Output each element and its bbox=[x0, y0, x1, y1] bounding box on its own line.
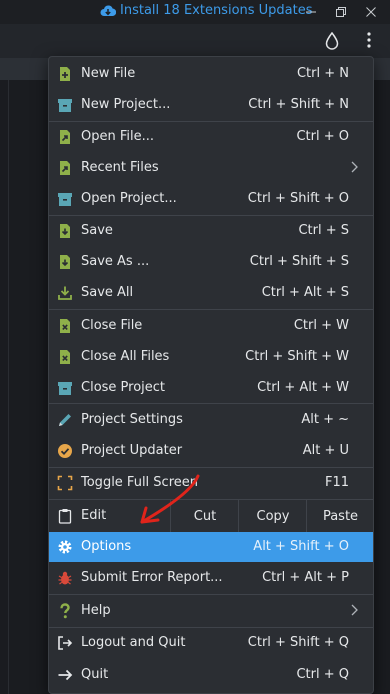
check-circle-icon bbox=[58, 444, 72, 458]
menu-item-save[interactable]: Save Ctrl + S bbox=[49, 216, 373, 246]
menu-item-shortcut: Ctrl + Shift + O bbox=[247, 191, 349, 206]
menu-item-label: Recent Files bbox=[81, 160, 159, 175]
menu-item-label: Submit Error Report... bbox=[81, 570, 223, 585]
new-file-icon bbox=[60, 67, 70, 81]
logout-icon bbox=[58, 636, 73, 650]
menu-item-shortcut: Ctrl + W bbox=[293, 318, 349, 333]
menu-item-save-as[interactable]: Save As ... Ctrl + Shift + S bbox=[49, 247, 373, 277]
menu-item-new-file[interactable]: New File Ctrl + N bbox=[49, 59, 373, 89]
menu-separator bbox=[49, 594, 373, 595]
paste-button[interactable]: Paste bbox=[306, 500, 374, 532]
menu-item-shortcut: Ctrl + Alt + P bbox=[262, 570, 349, 585]
menu-item-label: Open File... bbox=[81, 129, 155, 144]
updates-label: Install 18 Extensions Updates bbox=[120, 3, 313, 18]
close-icon bbox=[366, 7, 376, 17]
menu-item-quit[interactable]: Quit Ctrl + Q bbox=[49, 660, 373, 690]
copy-label: Copy bbox=[256, 508, 290, 524]
save-icon bbox=[60, 224, 70, 238]
menu-item-shortcut: Ctrl + Shift + N bbox=[248, 97, 349, 112]
drop-icon[interactable] bbox=[325, 32, 339, 50]
bug-icon bbox=[58, 571, 72, 585]
menu-item-shortcut: Ctrl + O bbox=[296, 129, 349, 144]
arrow-right-icon bbox=[58, 669, 73, 681]
recent-files-icon bbox=[60, 161, 70, 175]
menu-item-close-all-files[interactable]: Close All Files Ctrl + Shift + W bbox=[49, 342, 373, 372]
menu-item-open-project[interactable]: Open Project... Ctrl + Shift + O bbox=[49, 184, 373, 214]
menu-item-close-project[interactable]: Close Project Ctrl + Alt + W bbox=[49, 373, 373, 403]
menu-item-open-file[interactable]: Open File... Ctrl + O bbox=[49, 122, 373, 152]
menu-item-save-all[interactable]: Save All Ctrl + Alt + S bbox=[49, 278, 373, 308]
editor-gutter bbox=[8, 80, 9, 694]
project-box-icon bbox=[58, 193, 72, 206]
chevron-right-icon bbox=[351, 604, 358, 616]
menu-item-project-updater[interactable]: Project Updater Alt + U bbox=[49, 436, 373, 466]
menu-item-project-settings[interactable]: Project Settings Alt + ~ bbox=[49, 405, 373, 435]
minimize-button[interactable] bbox=[301, 2, 321, 22]
menu-item-label: Project Updater bbox=[81, 443, 183, 458]
edit-label: Edit bbox=[81, 508, 107, 523]
menu-item-label: Project Settings bbox=[81, 412, 183, 427]
pencil-icon bbox=[59, 414, 71, 426]
open-file-icon bbox=[60, 130, 70, 144]
toolbar bbox=[0, 24, 390, 58]
close-file-icon bbox=[60, 319, 70, 333]
chevron-right-icon bbox=[351, 161, 358, 173]
menu-separator bbox=[49, 403, 373, 404]
question-mark-icon bbox=[60, 603, 70, 619]
menu-item-label: Close File bbox=[81, 318, 143, 333]
file-menu: New File Ctrl + N New Project... Ctrl + … bbox=[48, 56, 374, 694]
menu-item-shortcut: Ctrl + Shift + Q bbox=[247, 635, 349, 650]
restore-button[interactable] bbox=[331, 2, 351, 22]
install-updates-link[interactable]: Install 18 Extensions Updates bbox=[100, 3, 313, 18]
title-bar: Install 18 Extensions Updates bbox=[0, 0, 390, 24]
menu-item-label: Save All bbox=[81, 285, 134, 300]
menu-item-close-file[interactable]: Close File Ctrl + W bbox=[49, 311, 373, 341]
save-as-icon bbox=[60, 255, 70, 269]
menu-item-options[interactable]: Options Alt + Shift + O bbox=[49, 532, 373, 562]
project-box-icon bbox=[58, 382, 72, 395]
menu-item-label: New File bbox=[81, 66, 136, 81]
menu-item-shortcut: Ctrl + Q bbox=[296, 667, 349, 682]
save-all-icon bbox=[58, 286, 72, 300]
menu-item-label: Logout and Quit bbox=[81, 635, 186, 650]
menu-item-label: Open Project... bbox=[81, 191, 177, 206]
menu-item-shortcut: Ctrl + Shift + W bbox=[245, 349, 349, 364]
menu-separator bbox=[49, 309, 373, 310]
close-window-button[interactable] bbox=[361, 2, 381, 22]
menu-item-shortcut: Alt + ~ bbox=[301, 412, 349, 427]
menu-item-shortcut: F11 bbox=[324, 475, 349, 490]
cloud-download-icon bbox=[100, 5, 116, 16]
close-file-icon bbox=[60, 350, 70, 364]
menu-item-new-project[interactable]: New Project... Ctrl + Shift + N bbox=[49, 90, 373, 120]
project-box-icon bbox=[58, 99, 72, 112]
clipboard-icon bbox=[58, 509, 72, 524]
menu-item-label: Save As ... bbox=[81, 254, 150, 269]
restore-icon bbox=[336, 7, 346, 17]
menu-item-shortcut: Ctrl + Alt + S bbox=[261, 285, 349, 300]
menu-item-logout-and-quit[interactable]: Logout and Quit Ctrl + Shift + Q bbox=[49, 628, 373, 658]
annotation-arrow-icon bbox=[140, 474, 200, 524]
menu-item-shortcut: Ctrl + N bbox=[296, 66, 349, 81]
gear-icon bbox=[58, 540, 72, 554]
menu-item-label: Options bbox=[81, 539, 132, 554]
menu-item-label: Close All Files bbox=[81, 349, 170, 364]
menu-item-label: Save bbox=[81, 223, 113, 238]
menu-item-label: New Project... bbox=[81, 97, 171, 112]
menu-item-help[interactable]: Help bbox=[49, 596, 373, 626]
menu-item-label: Help bbox=[81, 603, 111, 618]
menu-item-submit-error-report[interactable]: Submit Error Report... Ctrl + Alt + P bbox=[49, 563, 373, 593]
menu-item-recent-files[interactable]: Recent Files bbox=[49, 153, 373, 183]
menu-item-shortcut: Alt + Shift + O bbox=[253, 539, 349, 554]
menu-item-shortcut: Ctrl + S bbox=[298, 223, 349, 238]
menu-item-shortcut: Ctrl + Alt + W bbox=[257, 380, 349, 395]
copy-button[interactable]: Copy bbox=[238, 500, 307, 532]
fullscreen-icon bbox=[57, 475, 73, 491]
minimize-icon bbox=[306, 11, 316, 13]
more-menu-icon[interactable] bbox=[362, 31, 376, 49]
menu-item-shortcut: Alt + U bbox=[302, 443, 349, 458]
paste-label: Paste bbox=[322, 508, 359, 524]
menu-item-shortcut: Ctrl + Shift + S bbox=[249, 254, 349, 269]
menu-item-label: Quit bbox=[81, 667, 109, 682]
menu-item-label: Close Project bbox=[81, 380, 166, 395]
